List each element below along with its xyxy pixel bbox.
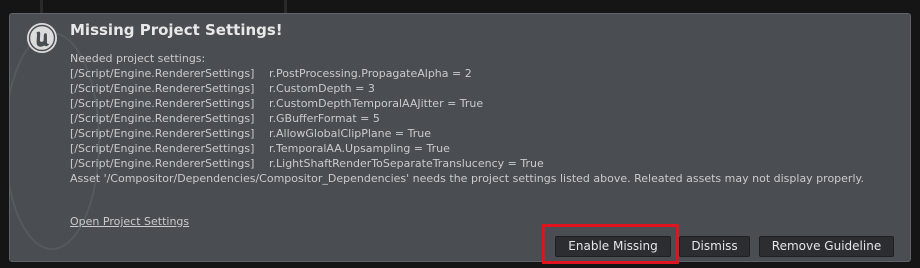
- setting-value: r.PostProcessing.PropagateAlpha = 2: [269, 67, 472, 80]
- setting-line: [/Script/Engine.RendererSettings] r.Custo…: [70, 81, 908, 96]
- setting-line: [/Script/Engine.RendererSettings] r.GBuff…: [70, 111, 908, 126]
- setting-line: [/Script/Engine.RendererSettings] r.Tempo…: [70, 141, 908, 156]
- setting-line: [/Script/Engine.RendererSettings] r.PostP…: [70, 66, 908, 81]
- setting-value: r.TemporalAA.Upsampling = True: [269, 142, 450, 155]
- notification-title: Missing Project Settings!: [70, 21, 283, 39]
- setting-line: [/Script/Engine.RendererSettings] r.Light…: [70, 156, 908, 171]
- setting-section: [/Script/Engine.RendererSettings]: [70, 157, 255, 170]
- settings-intro: Needed project settings:: [70, 52, 206, 65]
- setting-section: [/Script/Engine.RendererSettings]: [70, 142, 255, 155]
- setting-line: [/Script/Engine.RendererSettings] r.Custo…: [70, 96, 908, 111]
- dismiss-button[interactable]: Dismiss: [679, 236, 750, 257]
- setting-section: [/Script/Engine.RendererSettings]: [70, 97, 255, 110]
- open-project-settings-link[interactable]: Open Project Settings: [70, 215, 189, 228]
- setting-section: [/Script/Engine.RendererSettings]: [70, 127, 255, 140]
- remove-guideline-button[interactable]: Remove Guideline: [759, 236, 894, 257]
- unreal-engine-logo-icon: [27, 23, 57, 53]
- setting-section: [/Script/Engine.RendererSettings]: [70, 112, 255, 125]
- asset-warning-message: Asset '/Compositor/Dependencies/Composit…: [70, 172, 864, 185]
- setting-value: r.CustomDepth = 3: [269, 82, 375, 95]
- missing-settings-notification: Missing Project Settings! Needed project…: [9, 13, 911, 262]
- setting-value: r.LightShaftRenderToSeparateTranslucency…: [269, 157, 544, 170]
- setting-section: [/Script/Engine.RendererSettings]: [70, 67, 255, 80]
- setting-value: r.AllowGlobalClipPlane = True: [269, 127, 431, 140]
- setting-value: r.CustomDepthTemporalAAJitter = True: [269, 97, 484, 110]
- setting-section: [/Script/Engine.RendererSettings]: [70, 82, 255, 95]
- backdrop-divider: [284, 0, 287, 14]
- setting-line: [/Script/Engine.RendererSettings] r.Allow…: [70, 126, 908, 141]
- backdrop-divider: [40, 0, 43, 14]
- setting-value: r.GBufferFormat = 5: [269, 112, 380, 125]
- notification-body: Needed project settings: [/Script/Engine…: [70, 51, 908, 186]
- enable-missing-button[interactable]: Enable Missing: [555, 236, 671, 257]
